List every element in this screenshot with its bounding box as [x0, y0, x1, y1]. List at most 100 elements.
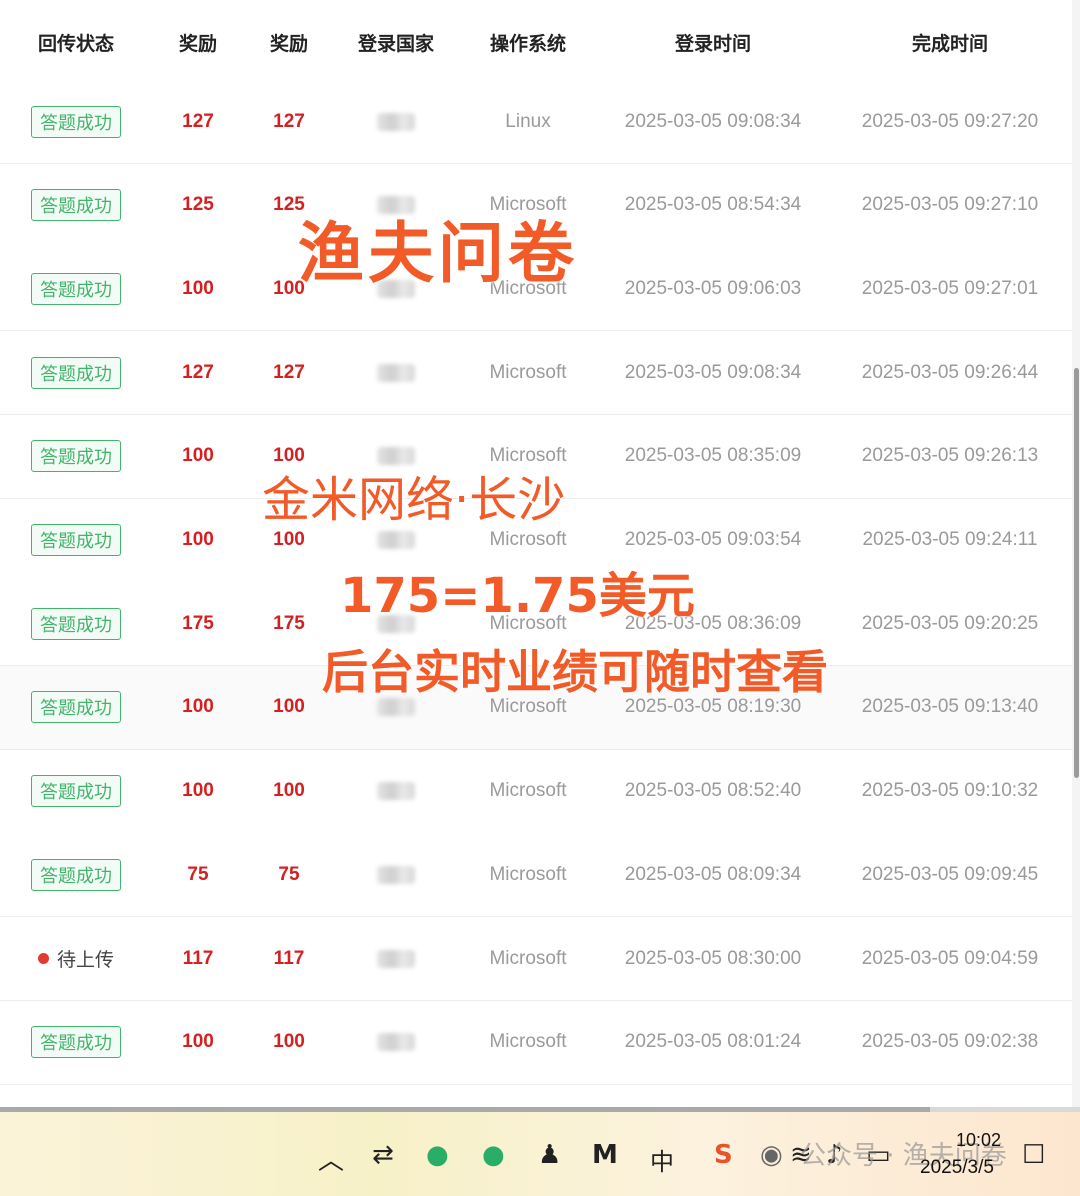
- reward-cell-2: 117: [273, 947, 305, 969]
- login-time-cell: 2025-03-05 09:06:03: [624, 277, 802, 299]
- status-text: 待上传: [56, 949, 114, 971]
- header-reward-2[interactable]: 奖励: [244, 0, 334, 84]
- login-time-cell: 2025-03-05 08:35:09: [624, 445, 802, 467]
- status-cell: 待上传: [0, 917, 152, 1000]
- status-badge: 答题成功: [31, 272, 121, 305]
- table-row[interactable]: 答题成功 127 127 Linux 2025-03-05 09:08:34 2025-0…: [0, 80, 1072, 164]
- sogou-icon[interactable]: S: [714, 1140, 733, 1170]
- input-method-indicator[interactable]: 中: [650, 1142, 674, 1177]
- redacted-country: [377, 112, 415, 131]
- status-cell: 答题成功: [0, 247, 152, 330]
- status-badge: 答题成功: [31, 189, 121, 222]
- os-cell: Microsoft: [489, 361, 567, 383]
- clock-time[interactable]: 10:02: [956, 1130, 1001, 1151]
- overlay-tagline: 后台实时业绩可随时查看: [322, 645, 828, 699]
- login-country-cell: [334, 917, 458, 1000]
- status-badge: 答题成功: [31, 105, 121, 138]
- header-finish-time[interactable]: 完成时间: [828, 0, 1072, 84]
- status-badge: 答题成功: [31, 356, 121, 389]
- login-time-cell: 2025-03-05 08:30:00: [624, 947, 802, 969]
- header-login-time[interactable]: 登录时间: [598, 0, 828, 84]
- overlay-rate: 175=1.75美元: [340, 568, 695, 624]
- reward-cell-2: 127: [273, 110, 305, 132]
- table-row[interactable]: 答题成功 127 127 Microsoft 2025-03-05 09:08:34 20…: [0, 331, 1072, 416]
- header-reward[interactable]: 奖励: [152, 0, 244, 84]
- finish-time-cell: 2025-03-05 09:04:59: [861, 947, 1039, 969]
- reward-cell: 127: [182, 110, 214, 132]
- finish-time-cell: 2025-03-05 09:27:01: [861, 277, 1039, 299]
- reward-cell-2: 127: [273, 361, 305, 383]
- os-cell: Microsoft: [489, 1031, 567, 1053]
- status-badge: 答题成功: [31, 524, 121, 556]
- pending-dot-icon: [37, 953, 49, 964]
- vertical-scrollbar-thumb[interactable]: [1074, 368, 1079, 778]
- os-cell: Microsoft: [489, 780, 567, 802]
- table-row[interactable]: 答题成功 100 100 Microsoft 2025-03-05 08:52:40 20…: [0, 749, 1072, 834]
- status-badge: 答题成功: [31, 691, 121, 724]
- status-badge: 答题成功: [31, 775, 121, 808]
- status-cell: 答题成功: [0, 666, 152, 749]
- wechat-watermark-icon: ◉: [760, 1140, 783, 1170]
- sliders-icon[interactable]: ⇄: [372, 1140, 394, 1170]
- finish-time-cell: 2025-03-05 09:26:13: [861, 445, 1039, 467]
- reward-cell: 127: [182, 361, 214, 383]
- qq-penguin-icon[interactable]: ♟: [538, 1140, 561, 1170]
- finish-time-cell: 2025-03-05 09:27:10: [861, 194, 1039, 216]
- wechat-icon-2[interactable]: ●: [482, 1140, 505, 1170]
- login-country-cell: [334, 1001, 458, 1084]
- status-cell: 答题成功: [0, 331, 152, 414]
- overlay-brand-title: 渔夫问卷: [298, 215, 578, 292]
- reward-cell-2: 100: [273, 1031, 305, 1053]
- status-cell: 答题成功: [0, 80, 152, 163]
- login-time-cell: 2025-03-05 08:09:34: [624, 863, 802, 885]
- status-badge: 答题成功: [31, 858, 121, 891]
- login-time-cell: 2025-03-05 09:08:34: [624, 361, 802, 383]
- table-row[interactable]: 答题成功 75 75 Microsoft 2025-03-05 08:09:34 2025…: [0, 833, 1072, 918]
- login-country-cell: [334, 80, 458, 163]
- reward-cell: 175: [182, 612, 214, 634]
- table-row[interactable]: 待上传 117 117 Microsoft 2025-03-05 08:30:00 202…: [0, 917, 1072, 1001]
- redacted-country: [377, 363, 415, 382]
- login-country-cell: [334, 750, 458, 833]
- login-time-cell: 2025-03-05 08:54:34: [624, 194, 802, 216]
- header-login-country[interactable]: 登录国家: [334, 0, 458, 84]
- status-cell: 答题成功: [0, 499, 152, 582]
- login-time-cell: 2025-03-05 08:52:40: [624, 780, 802, 802]
- reward-cell: 75: [187, 863, 209, 885]
- redacted-country: [377, 531, 415, 549]
- redacted-country: [377, 949, 415, 968]
- reward-cell: 100: [182, 1031, 214, 1053]
- redacted-country: [377, 782, 415, 801]
- wechat-icon[interactable]: ●: [426, 1140, 449, 1170]
- reward-cell: 125: [182, 194, 214, 216]
- header-status[interactable]: 回传状态: [0, 0, 152, 84]
- finish-time-cell: 2025-03-05 09:02:38: [861, 1031, 1039, 1053]
- reward-cell: 100: [182, 445, 214, 467]
- os-cell: Microsoft: [489, 863, 567, 885]
- header-os[interactable]: 操作系统: [458, 0, 598, 84]
- finish-time-cell: 2025-03-05 09:10:32: [861, 780, 1039, 802]
- finish-time-cell: 2025-03-05 09:26:44: [861, 361, 1039, 383]
- login-country-cell: [334, 833, 458, 916]
- notification-icon[interactable]: ☐: [1022, 1140, 1045, 1170]
- status-cell: 答题成功: [0, 164, 152, 247]
- redacted-country: [377, 865, 415, 884]
- status-cell: 答题成功: [0, 833, 152, 916]
- table-row[interactable]: 答题成功 100 100 Microsoft 2025-03-05 08:01:24 20…: [0, 1000, 1072, 1085]
- login-country-cell: [334, 331, 458, 414]
- login-time-cell: 2025-03-05 08:01:24: [624, 1031, 802, 1053]
- status-cell: 答题成功: [0, 415, 152, 498]
- reward-cell: 117: [182, 947, 214, 969]
- status-pending: 待上传: [37, 945, 114, 972]
- chevron-up-icon[interactable]: ︿: [318, 1140, 344, 1177]
- finish-time-cell: 2025-03-05 09:20:25: [861, 612, 1039, 634]
- reward-cell-2: 75: [278, 863, 300, 885]
- redacted-country: [377, 1033, 415, 1052]
- clock-date[interactable]: 2025/3/5: [920, 1157, 994, 1179]
- app-tray-icon[interactable]: M: [592, 1140, 618, 1170]
- status-cell: 答题成功: [0, 750, 152, 833]
- survey-records-table: 回传状态 奖励 奖励 登录国家 操作系统 登录时间 完成时间 答题成功 127 12…: [0, 0, 1072, 1110]
- finish-time-cell: 2025-03-05 09:27:20: [861, 110, 1039, 132]
- reward-cell-2: 175: [273, 612, 305, 634]
- finish-time-cell: 2025-03-05 09:09:45: [861, 863, 1039, 885]
